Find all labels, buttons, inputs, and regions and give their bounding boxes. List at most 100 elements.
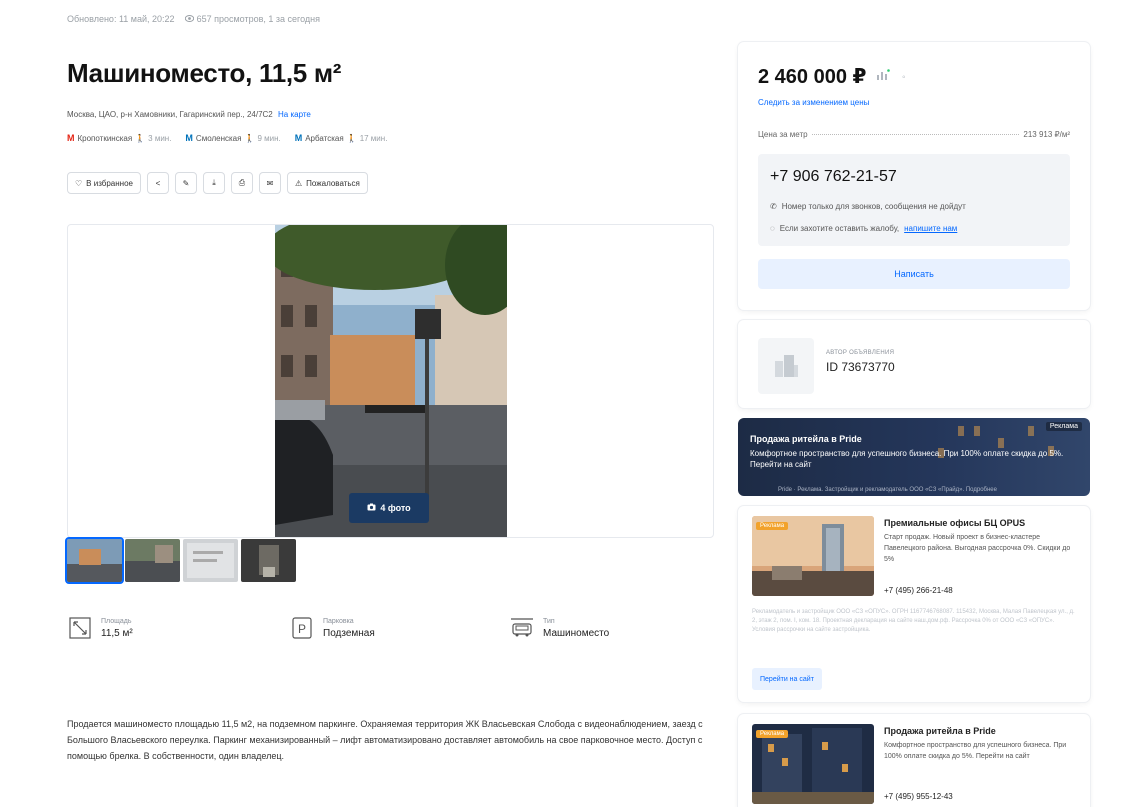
ad-site-button[interactable]: Перейти на сайт bbox=[752, 668, 822, 690]
ad-title[interactable]: Премиальные офисы БЦ OPUS bbox=[884, 518, 1025, 528]
banner-text: Комфортное пространство для успешного би… bbox=[750, 449, 1064, 469]
ad-phone[interactable]: +7 (495) 955-12-43 bbox=[884, 792, 953, 801]
ad-text: Старт продаж. Новый проект в бизнес-клас… bbox=[884, 534, 1071, 563]
phone-icon: ✆ bbox=[770, 202, 777, 211]
area-icon bbox=[67, 615, 93, 641]
feature-value: 11,5 м² bbox=[101, 627, 133, 639]
ad-phone[interactable]: +7 (495) 266-21-48 bbox=[884, 586, 953, 595]
feature-label: Парковка bbox=[323, 617, 354, 625]
parking-icon: P bbox=[289, 615, 315, 641]
comment-button[interactable]: ✉ bbox=[259, 172, 281, 194]
complain-label: Пожаловаться bbox=[306, 178, 360, 188]
print-button[interactable]: ⎙ bbox=[231, 172, 253, 194]
feature-type: Тип Машиноместо bbox=[509, 615, 609, 641]
feature-list: Площадь 11,5 м² P Парковка Подземная Тип… bbox=[67, 615, 707, 647]
eye-icon bbox=[184, 14, 197, 24]
map-link[interactable]: На карте bbox=[278, 110, 311, 119]
price-per-meter: Цена за метр 213 913 ₽/м² bbox=[758, 130, 1070, 139]
price: 2 460 000 ₽ bbox=[758, 66, 867, 88]
ad-image[interactable]: Реклама bbox=[752, 516, 874, 596]
thumbnail[interactable] bbox=[65, 537, 124, 584]
price-card: 2 460 000 ₽ ◦ Следить за изменением цены… bbox=[738, 42, 1090, 310]
favorite-label: В избранное bbox=[86, 178, 133, 188]
feature-value: Подземная bbox=[323, 627, 375, 639]
metro-name: Смоленская bbox=[195, 133, 242, 143]
track-price-link[interactable]: Следить за изменением цены bbox=[758, 98, 869, 107]
walk-icon: 🚶 bbox=[135, 133, 146, 143]
ad-text: Комфортное пространство для успешного би… bbox=[884, 742, 1067, 760]
metro-station[interactable]: M Кропоткинская 🚶 3 мин. bbox=[67, 133, 171, 143]
metro-icon: M bbox=[294, 133, 303, 143]
thumbnail-strip bbox=[65, 537, 296, 584]
feature-area: Площадь 11,5 м² bbox=[67, 615, 133, 641]
walk-icon: 🚶 bbox=[244, 133, 255, 143]
complain-note: ◌ Если захотите оставить жалобу, напишит… bbox=[770, 224, 957, 233]
print-icon: ⎙ bbox=[238, 178, 246, 187]
complain-button[interactable]: ⚠ Пожаловаться bbox=[287, 172, 368, 194]
feature-value: Машиноместо bbox=[543, 627, 610, 639]
ad-tag: Реклама bbox=[756, 730, 789, 738]
page-title: Машиноместо, 11,5 м² bbox=[67, 58, 342, 88]
avatar bbox=[758, 338, 814, 394]
feature-label: Площадь bbox=[101, 617, 132, 625]
thumbnail[interactable] bbox=[183, 539, 238, 582]
info-icon[interactable]: ◦ bbox=[902, 72, 906, 83]
metro-list: M Кропоткинская 🚶 3 мин. M Смоленская 🚶 … bbox=[67, 133, 387, 143]
views-count: 657 просмотров, 1 за сегодня bbox=[196, 14, 321, 24]
share-icon: < bbox=[155, 178, 161, 188]
metro-walk-time: 17 мин. bbox=[359, 133, 388, 143]
action-toolbar: ♡ В избранное < ✎ ⤓ ⎙ ✉ ⚠ Пожаловаться bbox=[67, 172, 368, 194]
price-tools: ◦ bbox=[876, 68, 906, 86]
ad-banner[interactable]: Реклама Продажа ритейла в Pride Комфортн… bbox=[738, 418, 1090, 496]
phone-number[interactable]: +7 906 762-21-57 bbox=[770, 168, 897, 186]
ad-card[interactable]: Реклама Премиальные офисы БЦ OPUS Старт … bbox=[738, 506, 1090, 702]
author-id: ID 73673770 bbox=[826, 360, 895, 374]
ad-title[interactable]: Продажа ритейла в Pride bbox=[884, 726, 996, 736]
metro-icon: M bbox=[67, 133, 75, 143]
download-icon: ⤓ bbox=[212, 178, 216, 187]
heart-icon: ♡ bbox=[75, 178, 83, 188]
address: Москва, ЦАО, р-н Хамовники, Гагаринский … bbox=[67, 110, 311, 119]
pencil-icon: ✎ bbox=[182, 178, 190, 188]
metro-walk-time: 9 мин. bbox=[257, 133, 281, 143]
write-us-link[interactable]: напишите нам bbox=[904, 224, 957, 233]
warning-icon: ⚠ bbox=[295, 178, 303, 188]
listing-meta: Обновлено: 11 май, 20:22 657 просмотров,… bbox=[67, 14, 320, 24]
metro-station[interactable]: M Арбатская 🚶 17 мин. bbox=[295, 133, 388, 143]
updated-date: Обновлено: 11 май, 20:22 bbox=[67, 14, 175, 24]
write-button[interactable]: Написать bbox=[758, 259, 1070, 289]
feature-parking: P Парковка Подземная bbox=[289, 615, 375, 641]
metro-station[interactable]: M Смоленская 🚶 9 мин. bbox=[185, 133, 280, 143]
photo-gallery[interactable]: 4 фото bbox=[67, 224, 714, 538]
ad-card[interactable]: Реклама Продажа ритейла в Pride Комфортн… bbox=[738, 714, 1090, 807]
metro-name: Кропоткинская bbox=[77, 133, 133, 143]
banner-title: Продажа ритейла в Pride bbox=[750, 434, 862, 444]
favorite-button[interactable]: ♡ В избранное bbox=[67, 172, 141, 194]
ad-image[interactable]: Реклама bbox=[752, 724, 874, 804]
thumbnail[interactable] bbox=[125, 539, 180, 582]
share-button[interactable]: < bbox=[147, 172, 169, 194]
download-button[interactable]: ⤓ bbox=[203, 172, 225, 194]
phone-box: +7 906 762-21-57 ✆ Номер только для звон… bbox=[758, 154, 1070, 246]
photo-count: 4 фото bbox=[380, 503, 411, 513]
photo-count-button[interactable]: 4 фото bbox=[349, 493, 429, 523]
calls-only-note: ✆ Номер только для звонков, сообщения не… bbox=[770, 202, 966, 211]
feature-label: Тип bbox=[543, 617, 555, 625]
metro-icon: M bbox=[185, 133, 193, 143]
metro-walk-time: 3 мин. bbox=[148, 133, 172, 143]
svg-text:P: P bbox=[298, 622, 306, 636]
thumbnail[interactable] bbox=[241, 539, 296, 582]
walk-icon: 🚶 bbox=[346, 133, 357, 143]
metro-name: Арбатская bbox=[305, 133, 344, 143]
car-icon bbox=[509, 615, 535, 641]
price-per-meter-value: 213 913 ₽/м² bbox=[1023, 130, 1070, 139]
complain-note-text: Если захотите оставить жалобу, bbox=[779, 224, 900, 233]
main-photo[interactable] bbox=[275, 225, 507, 537]
author-card[interactable]: автор объявления ID 73673770 bbox=[738, 320, 1090, 408]
camera-icon bbox=[367, 503, 376, 513]
chart-icon[interactable] bbox=[876, 68, 890, 86]
banner-footer: Pride · Реклама. Застройщик и рекламодат… bbox=[778, 487, 997, 493]
divider bbox=[811, 134, 1020, 135]
author-label: автор объявления bbox=[826, 350, 895, 356]
edit-button[interactable]: ✎ bbox=[175, 172, 197, 194]
